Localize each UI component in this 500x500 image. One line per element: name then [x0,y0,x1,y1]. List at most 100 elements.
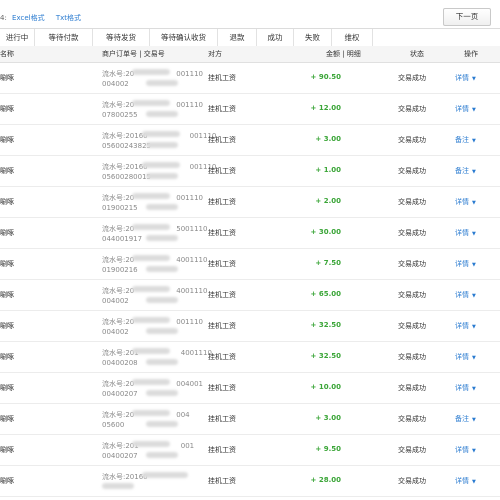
counterparty: 挂机工资 [208,415,236,423]
row-action-link[interactable]: 详情 ▼ [455,321,476,331]
caret-down-icon: ▼ [472,107,476,113]
row-action-link[interactable]: 详情 ▼ [455,352,476,362]
tab-awaiting-shipment[interactable]: 等待发货 [93,29,150,47]
table-row: 唰啄 流水号:20 4001110 01900216 挂机工资 + 7.50 交易成功 详情 ▼ [0,248,500,280]
row-action-link[interactable]: 详情 ▼ [455,197,476,207]
transaction-number: 004002 [102,297,178,305]
caret-down-icon: ▼ [472,448,476,454]
counterparty: 挂机工资 [208,167,236,175]
table-row: 唰啄 流水号:201 4001110 00400208 挂机工资 + 32.50 交易成功 详… [0,341,500,373]
caret-down-icon: ▼ [472,479,476,485]
row-action-link[interactable]: 详情 ▼ [455,476,476,486]
status-text: 交易成功 [398,353,426,361]
amount: + 3.00 [315,135,341,143]
tab-in-progress[interactable]: 进行中 [0,29,35,47]
row-name: 唰啄 [0,167,14,175]
amount: + 30.00 [310,228,341,236]
row-name: 唰啄 [0,105,14,113]
counterparty: 挂机工资 [208,291,236,299]
redacted-mask [146,328,178,334]
redacted-mask [146,80,178,86]
row-action-link[interactable]: 详情 ▼ [455,73,476,83]
redacted-mask [146,111,178,117]
col-order-header: 商户订单号 | 交易号 [102,50,165,58]
counterparty: 挂机工资 [208,105,236,113]
counterparty: 挂机工资 [208,322,236,330]
counterparty: 挂机工资 [208,477,236,485]
tab-success[interactable]: 成功 [257,29,294,47]
row-action-link[interactable]: 详情 ▼ [455,228,476,238]
redacted-mask [132,441,170,447]
counterparty: 挂机工资 [208,353,236,361]
row-action-link[interactable]: 详情 ▼ [455,259,476,269]
row-name: 唰啄 [0,322,14,330]
redacted-mask [132,286,170,292]
table-row: 唰啄 流水号:20 004 05600 挂机工资 + 3.00 交易成功 备注 ▼ [0,403,500,435]
serial-number: 流水号:201 001 [102,441,195,450]
counterparty: 挂机工资 [208,229,236,237]
row-name: 唰啄 [0,229,14,237]
row-name: 唰啄 [0,353,14,361]
row-action-link[interactable]: 详情 ▼ [455,383,476,393]
redacted-mask [142,472,188,478]
status-text: 交易成功 [398,477,426,485]
amount: + 28.00 [310,476,341,484]
redacted-mask [146,204,178,210]
export-excel-link[interactable]: Excel格式 [12,14,45,22]
table-row: 唰啄 流水号:201 001 00400207 挂机工资 + 9.50 交易成功 详情 ▼ [0,434,500,466]
row-action-link[interactable]: 详情 ▼ [455,104,476,114]
redacted-mask [146,421,178,427]
row-action-link[interactable]: 备注 ▼ [455,166,476,176]
status-text: 交易成功 [398,291,426,299]
tab-refund[interactable]: 退款 [218,29,257,47]
status-tabs: 进行中 等待付款 等待发货 等待确认收货 退款 成功 失败 维权 [0,28,500,48]
redacted-mask [142,162,180,168]
export-txt-link[interactable]: Txt格式 [56,14,81,22]
serial-number: 流水号:20 4001110 [102,286,208,295]
transaction-number: 01900216 [102,266,178,274]
amount: + 9.50 [315,445,341,453]
caret-down-icon: ▼ [472,76,476,82]
table-row: 唰啄 流水号:20 004001 00400207 挂机工资 + 10.00 交易成功 详情 ▼ [0,372,500,404]
redacted-mask [132,224,170,230]
redacted-mask [132,348,170,354]
status-text: 交易成功 [398,198,426,206]
next-page-button[interactable]: 下一页 [443,8,491,26]
col-name-header: 名称 [0,50,14,58]
serial-number: 流水号:20 004 [102,410,190,419]
amount: + 1.00 [315,166,341,174]
counterparty: 挂机工资 [208,198,236,206]
amount: + 3.00 [315,414,341,422]
tab-failed[interactable]: 失败 [294,29,332,47]
status-text: 交易成功 [398,136,426,144]
amount: + 10.00 [310,383,341,391]
caret-down-icon: ▼ [472,324,476,330]
counterparty: 挂机工资 [208,260,236,268]
row-action-link[interactable]: 详情 ▼ [455,290,476,300]
serial-number: 流水号:20 001110 [102,100,203,109]
col-amount-header: 金额 | 明细 [326,50,361,58]
redacted-mask [146,390,178,396]
row-action-link[interactable]: 备注 ▼ [455,135,476,145]
export-links: 4: Excel格式 Txt格式 [0,13,81,23]
col-op-header: 操作 [464,50,478,58]
status-text: 交易成功 [398,229,426,237]
tab-awaiting-payment[interactable]: 等待付款 [35,29,93,47]
redacted-mask [132,193,170,199]
row-action-link[interactable]: 详情 ▼ [455,445,476,455]
transaction-number: 00400208 [102,359,178,367]
redacted-mask [146,173,178,179]
status-text: 交易成功 [398,415,426,423]
row-name: 唰啄 [0,477,14,485]
row-name: 唰啄 [0,74,14,82]
table-row: 唰啄 流水号:20 001110 07800255 挂机工资 + 12.00 交易成功 详情 ▼ [0,93,500,125]
tab-rights[interactable]: 维权 [332,29,373,47]
col-party-header: 对方 [208,50,222,58]
row-action-link[interactable]: 备注 ▼ [455,414,476,424]
transaction-number: 004002 [102,80,178,88]
tab-awaiting-receipt[interactable]: 等待确认收货 [150,29,218,47]
row-name: 唰啄 [0,384,14,392]
status-text: 交易成功 [398,384,426,392]
serial-number: 流水号:20 4001110 [102,255,208,264]
counterparty: 挂机工资 [208,384,236,392]
